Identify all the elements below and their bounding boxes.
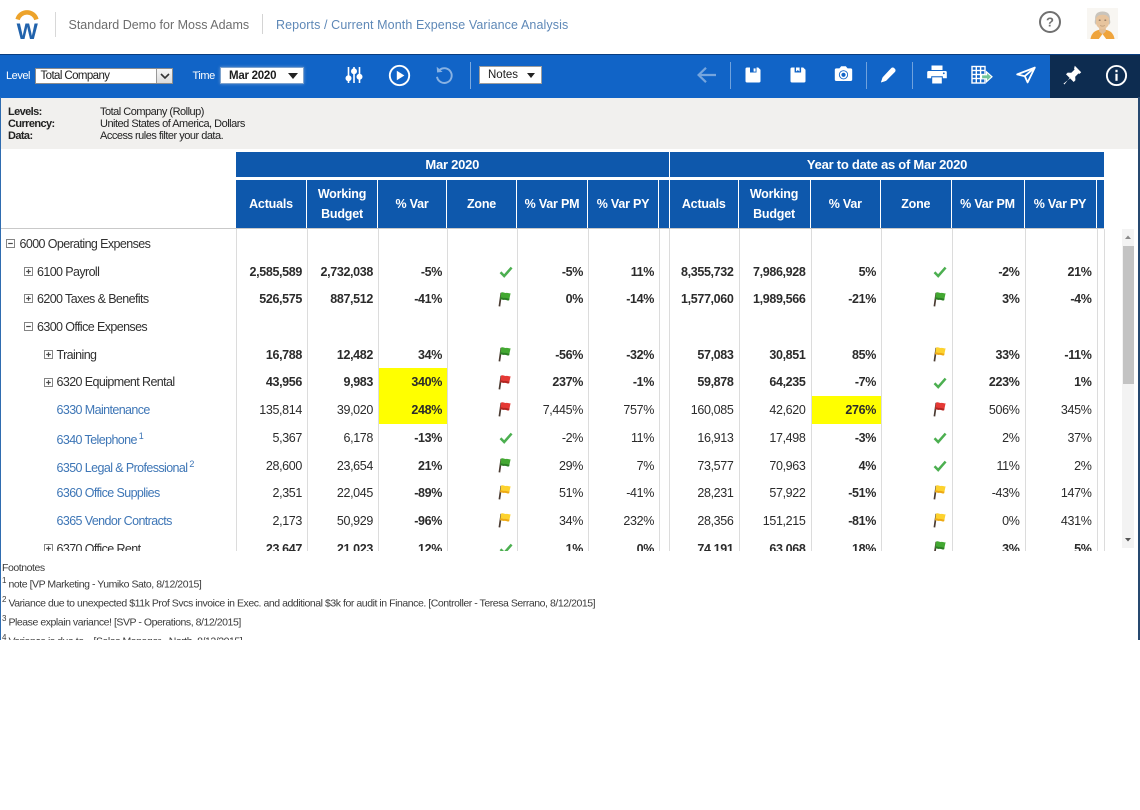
svg-text:?: ? <box>1046 15 1054 30</box>
svg-text:W: W <box>16 19 38 41</box>
